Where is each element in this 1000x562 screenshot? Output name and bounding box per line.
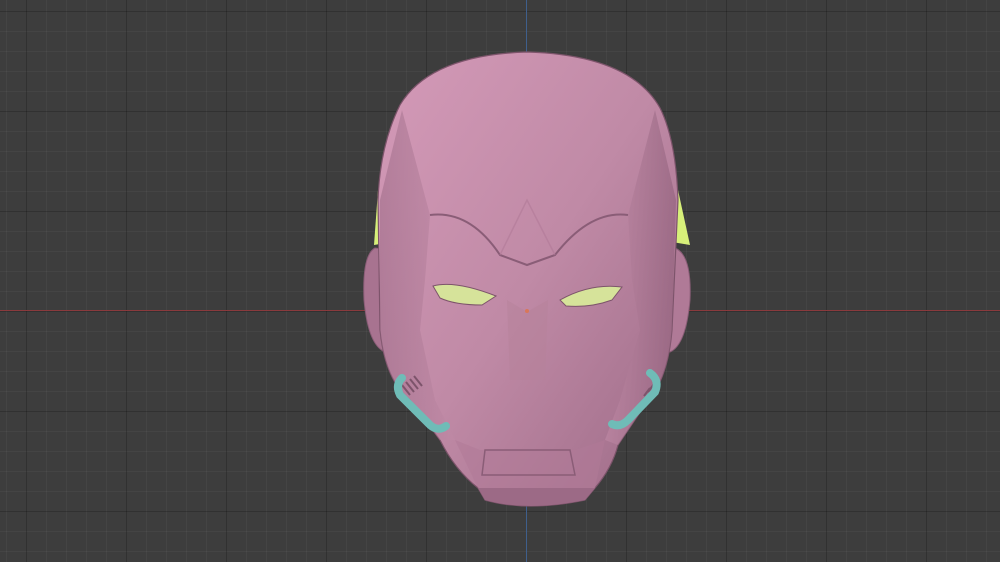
3d-viewport[interactable] bbox=[0, 0, 1000, 562]
helmet-mask-model[interactable] bbox=[0, 0, 1000, 562]
center-dot bbox=[525, 309, 529, 313]
chin-plate bbox=[478, 488, 595, 506]
